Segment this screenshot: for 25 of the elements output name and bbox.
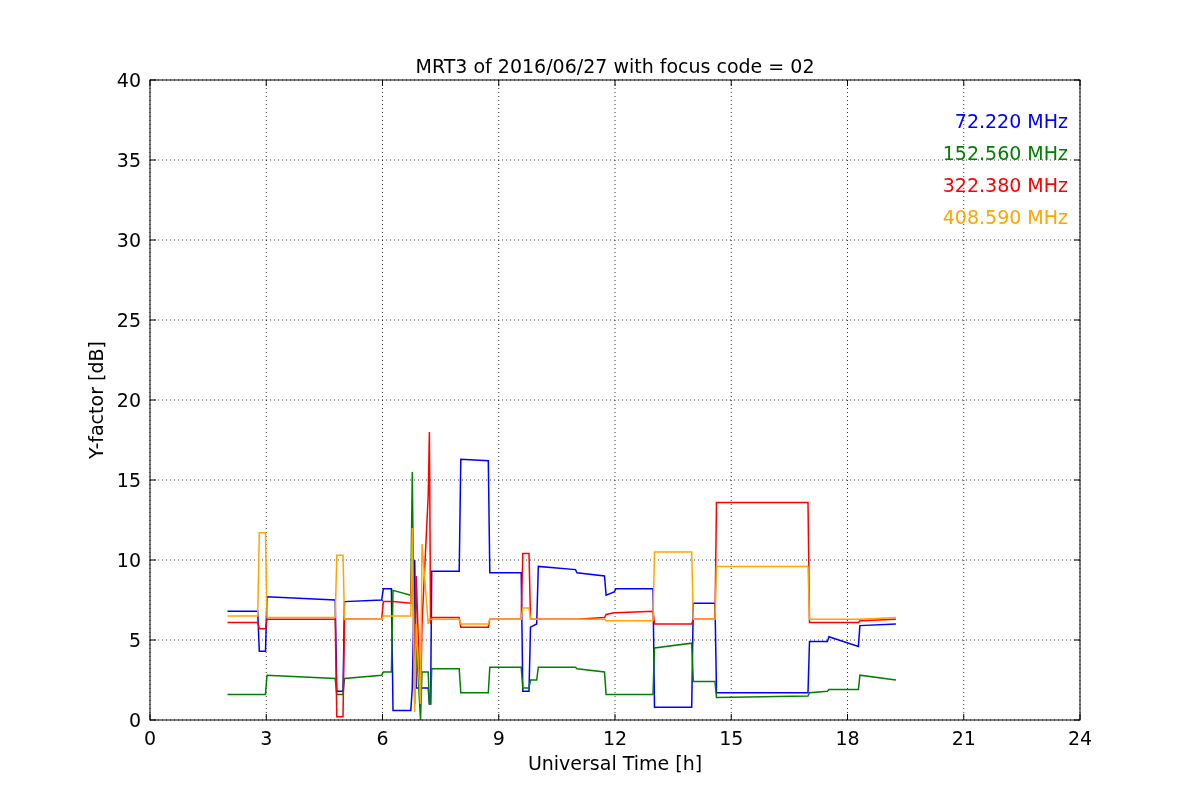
y-tick-label: 35: [116, 149, 141, 171]
y-tick-label: 30: [116, 229, 141, 251]
x-tick-label: 21: [951, 727, 976, 749]
y-tick-label: 40: [116, 69, 141, 91]
legend-label: 72.220 MHz: [954, 110, 1068, 132]
x-tick-label: 6: [376, 727, 389, 749]
x-tick-label: 9: [492, 727, 505, 749]
x-tick-label: 18: [835, 727, 860, 749]
y-tick-label: 5: [128, 629, 141, 651]
legend-label: 408.590 MHz: [942, 206, 1068, 228]
x-tick-label: 24: [1067, 727, 1093, 749]
x-tick-label: 0: [143, 727, 157, 749]
x-tick-label: 12: [602, 727, 628, 749]
x-axis-label: Universal Time [h]: [527, 752, 703, 774]
y-tick-label: 15: [116, 469, 141, 491]
x-tick-label: 3: [260, 727, 273, 749]
legend-label: 322.380 MHz: [942, 174, 1068, 196]
chart-title: MRT3 of 2016/06/27 with focus code = 02: [415, 55, 815, 77]
y-tick-label: 25: [116, 309, 141, 331]
y-axis-label: Y-factor [dB]: [85, 341, 107, 459]
y-tick-label: 10: [116, 549, 141, 571]
y-tick-label: 0: [128, 709, 141, 731]
y-tick-label: 20: [116, 389, 141, 411]
legend-label: 152.560 MHz: [942, 142, 1068, 164]
x-tick-label: 15: [719, 727, 744, 749]
